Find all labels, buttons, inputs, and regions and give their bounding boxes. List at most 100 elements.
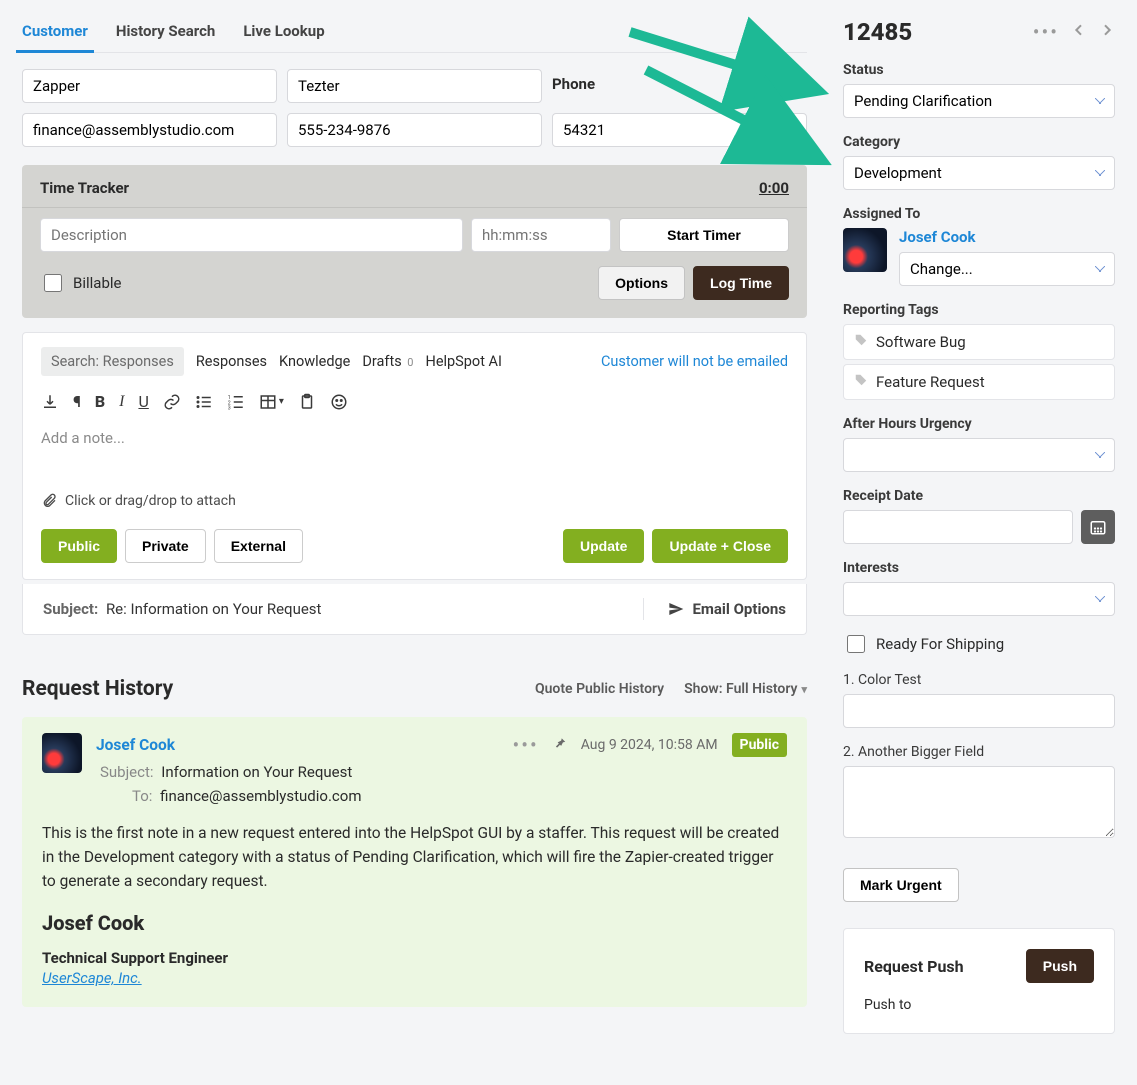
note-textarea[interactable]: Add a note... bbox=[41, 419, 788, 479]
signature-title: Technical Support Engineer bbox=[42, 949, 787, 967]
prev-request-icon[interactable] bbox=[1071, 22, 1087, 42]
note-tab-knowledge[interactable]: Knowledge bbox=[279, 347, 350, 376]
timer-options-button[interactable]: Options bbox=[598, 266, 685, 300]
start-timer-button[interactable]: Start Timer bbox=[619, 218, 789, 252]
last-name-field[interactable] bbox=[287, 69, 542, 103]
billable-label: Billable bbox=[73, 274, 121, 292]
send-icon bbox=[668, 601, 684, 617]
note-type-public-button[interactable]: Public bbox=[41, 529, 117, 563]
subject-label: Subject: bbox=[43, 600, 98, 618]
clipboard-icon[interactable] bbox=[298, 392, 316, 411]
history-timestamp: Aug 9 2024, 10:58 AM bbox=[581, 737, 718, 753]
tab-history-search[interactable]: History Search bbox=[116, 18, 215, 52]
update-close-button[interactable]: Update + Close bbox=[652, 529, 788, 563]
reporting-tag[interactable]: Software Bug bbox=[843, 324, 1115, 360]
email-options-button[interactable]: Email Options bbox=[643, 598, 786, 620]
another-bigger-field-label: 2. Another Bigger Field bbox=[843, 744, 1115, 760]
receipt-date-field[interactable] bbox=[843, 510, 1073, 544]
subject-row: Subject: Re: Information on Your Request… bbox=[22, 584, 807, 635]
assignee-change-select[interactable]: Change... bbox=[899, 252, 1115, 286]
svg-text:3: 3 bbox=[228, 405, 231, 411]
reporting-tags-label: Reporting Tags bbox=[843, 302, 1115, 318]
history-entry: Josef Cook ••• Aug 9 2024, 10:58 AM Publ… bbox=[22, 717, 807, 1007]
note-tab-drafts[interactable]: Drafts 0 bbox=[362, 347, 413, 376]
next-request-icon[interactable] bbox=[1099, 22, 1115, 42]
request-push-title: Request Push bbox=[864, 957, 964, 976]
customer-no-email-link[interactable]: Customer will not be emailed bbox=[601, 353, 788, 370]
history-to-label: To: bbox=[132, 787, 152, 805]
customer-id-field[interactable] bbox=[552, 113, 807, 147]
color-test-label: 1. Color Test bbox=[843, 672, 1115, 688]
billable-checkbox[interactable]: Billable bbox=[40, 271, 121, 295]
interests-select[interactable] bbox=[843, 582, 1115, 616]
chevron-down-icon: ▾ bbox=[801, 683, 807, 696]
download-icon[interactable] bbox=[41, 392, 59, 411]
table-icon[interactable]: ▾ bbox=[259, 392, 284, 411]
ready-for-shipping-checkbox[interactable]: Ready For Shipping bbox=[843, 632, 1115, 656]
tab-customer[interactable]: Customer bbox=[22, 18, 88, 52]
history-author-link[interactable]: Josef Cook bbox=[96, 736, 175, 754]
italic-icon[interactable]: I bbox=[119, 392, 124, 411]
history-to: finance@assemblystudio.com bbox=[160, 787, 361, 805]
assigned-to-label: Assigned To bbox=[843, 206, 1115, 222]
note-tab-responses[interactable]: Responses bbox=[196, 347, 267, 376]
tag-icon bbox=[854, 333, 868, 351]
paragraph-icon[interactable]: ¶ bbox=[73, 392, 81, 411]
note-editor-card: Search: Responses Responses Knowledge Dr… bbox=[22, 332, 807, 580]
log-time-button[interactable]: Log Time bbox=[693, 266, 789, 300]
history-body: This is the first note in a new request … bbox=[42, 821, 787, 893]
timer-hms-field[interactable] bbox=[471, 218, 611, 252]
category-select[interactable]: Development bbox=[843, 156, 1115, 190]
drafts-count: 0 bbox=[407, 356, 413, 369]
after-hours-urgency-select[interactable] bbox=[843, 438, 1115, 472]
status-select[interactable]: Pending Clarification bbox=[843, 84, 1115, 118]
request-id: 12485 bbox=[843, 18, 1021, 46]
assignee-name-link[interactable]: Josef Cook bbox=[899, 228, 976, 246]
timer-description-field[interactable] bbox=[40, 218, 463, 252]
time-tracker-title: Time Tracker bbox=[40, 179, 129, 197]
push-button[interactable]: Push bbox=[1026, 949, 1094, 983]
history-more-icon[interactable]: ••• bbox=[512, 733, 538, 757]
another-bigger-field[interactable] bbox=[843, 766, 1115, 838]
email-field[interactable] bbox=[22, 113, 277, 147]
status-label: Status bbox=[843, 62, 1115, 78]
request-history-title: Request History bbox=[22, 677, 173, 701]
link-icon[interactable] bbox=[163, 392, 181, 411]
show-history-filter[interactable]: Show: Full History ▾ bbox=[684, 681, 807, 697]
request-more-icon[interactable]: ••• bbox=[1033, 20, 1059, 44]
signature-company-link[interactable]: UserScape, Inc. bbox=[42, 969, 142, 987]
attach-dropzone[interactable]: Click or drag/drop to attach bbox=[41, 493, 788, 509]
push-to-label: Push to bbox=[864, 997, 1094, 1013]
note-type-private-button[interactable]: Private bbox=[125, 529, 206, 563]
avatar bbox=[42, 733, 82, 773]
color-test-field[interactable] bbox=[843, 694, 1115, 728]
bullet-list-icon[interactable] bbox=[195, 392, 213, 411]
pin-icon[interactable] bbox=[553, 736, 567, 754]
calendar-icon[interactable] bbox=[1081, 510, 1115, 544]
tab-live-lookup[interactable]: Live Lookup bbox=[243, 18, 324, 52]
editor-toolbar: ¶ B I U 123 ▾ bbox=[41, 388, 788, 419]
numbered-list-icon[interactable]: 123 bbox=[227, 392, 245, 411]
time-tracker-elapsed[interactable]: 0:00 bbox=[759, 179, 789, 197]
phone-field[interactable] bbox=[287, 113, 542, 147]
time-tracker-panel: Time Tracker 0:00 Start Timer Billable O… bbox=[22, 165, 807, 318]
reporting-tag[interactable]: Feature Request bbox=[843, 364, 1115, 400]
mark-urgent-button[interactable]: Mark Urgent bbox=[843, 868, 959, 902]
note-type-external-button[interactable]: External bbox=[214, 529, 303, 563]
subject-text: Re: Information on Your Request bbox=[106, 600, 322, 618]
after-hours-urgency-label: After Hours Urgency bbox=[843, 416, 1115, 432]
quote-public-history-button[interactable]: Quote Public History bbox=[535, 681, 664, 697]
note-tab-search-responses[interactable]: Search: Responses bbox=[41, 347, 184, 376]
request-push-card: Request Push Push Push to bbox=[843, 928, 1115, 1034]
note-tab-ai[interactable]: HelpSpot AI bbox=[425, 347, 501, 376]
receipt-date-label: Receipt Date bbox=[843, 488, 1115, 504]
history-subject-label: Subject: bbox=[100, 763, 154, 781]
public-badge: Public bbox=[732, 733, 787, 757]
emoji-icon[interactable] bbox=[330, 392, 348, 411]
tag-icon bbox=[854, 373, 868, 391]
bold-icon[interactable]: B bbox=[95, 392, 105, 411]
signature-name: Josef Cook bbox=[42, 911, 787, 935]
update-button[interactable]: Update bbox=[563, 529, 644, 563]
first-name-field[interactable] bbox=[22, 69, 277, 103]
underline-icon[interactable]: U bbox=[138, 392, 148, 411]
